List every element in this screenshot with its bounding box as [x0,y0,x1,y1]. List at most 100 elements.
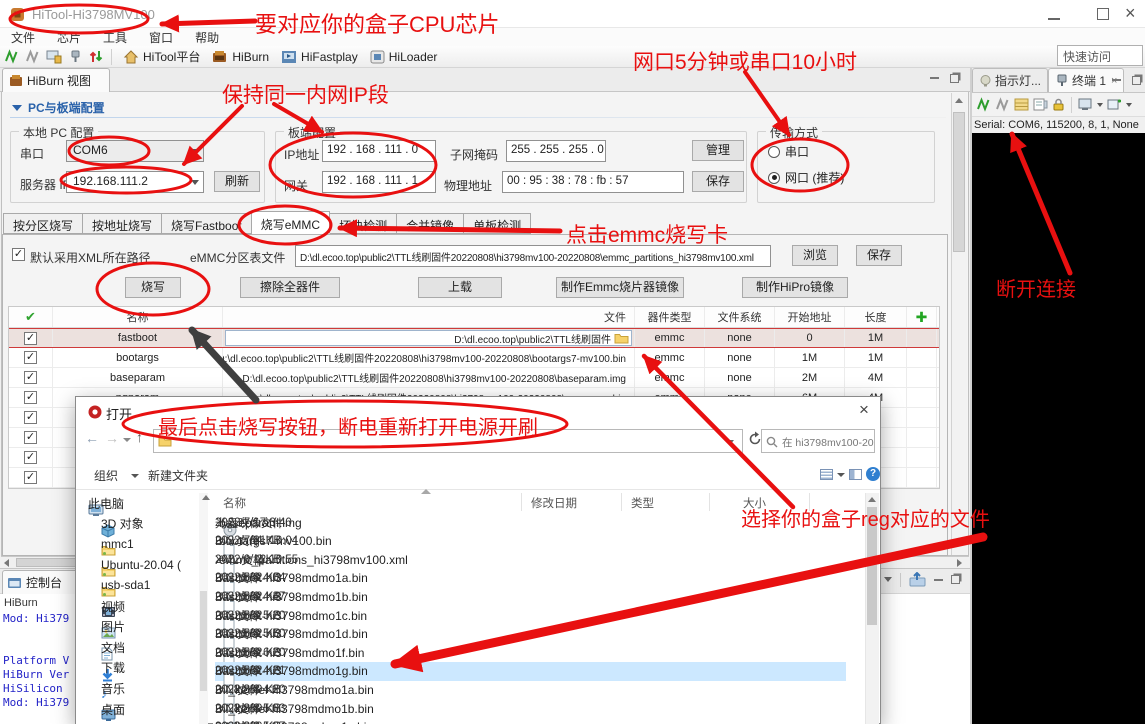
chevron-down-icon[interactable] [1097,103,1103,107]
new-folder-button[interactable]: 新建文件夹 [148,467,208,484]
tab-烧写eMMC[interactable]: 烧写eMMC [252,211,330,234]
terminal-minimize-icon[interactable] [1112,78,1121,81]
file-row[interactable]: hi_kernel-hi3798mdmo1b.bin2022/8/8 5:03B… [215,699,846,718]
disconnect-icon[interactable] [25,49,40,64]
up-icon[interactable]: ↑ [136,429,143,445]
terminal-restore-icon[interactable] [1132,76,1141,85]
column-type[interactable]: 类型 [631,495,654,511]
file-row[interactable]: fastboot-hi3798mdmo1d.bin2022/8/8 5:50BI… [215,625,846,644]
button-烧写[interactable]: 烧写 [125,277,181,298]
column-器件类型[interactable]: 器件类型 [635,307,705,327]
row-checkbox-cell[interactable]: ✓ [9,368,53,387]
minimize-button[interactable] [1048,18,1060,20]
row-checkbox-cell[interactable]: ✓ [9,428,53,447]
browse-button[interactable]: 浏览 [792,245,838,266]
view-restore-icon[interactable] [950,74,959,83]
file-row[interactable]: emmc_partitions_hi3798mv100.xml2022/8/12… [215,550,846,569]
serial-port-select[interactable]: COM6 [66,140,204,162]
view-mode-chevron-icon[interactable] [837,473,845,477]
back-icon[interactable]: ← [85,430,99,446]
file-row[interactable]: fastboot-hi3798mdmo1b.bin2022/8/8 4:47BI… [215,587,846,606]
table-row[interactable]: ✓bootargsD:\dl.ecoo.top\public2\TTL线刷固件2… [9,348,939,368]
tab-单板检测[interactable]: 单板检测 [464,213,531,234]
file-row[interactable]: hi_kernel-hi3798mdmo1a.bin2022/8/8 4:20B… [215,680,846,699]
toolbar-item-HiLoader[interactable]: HiLoader [367,50,441,64]
lock-icon[interactable] [1052,98,1065,111]
file-list-scroll-up-icon[interactable] [868,497,876,502]
file-row[interactable]: hi_kernel-hi3798mdmo1c.bin2022/8/8 5:27B… [215,718,846,724]
connect-icon[interactable] [4,49,19,64]
row-checkbox-cell[interactable]: ✓ [9,388,53,407]
scroll-left-icon[interactable] [4,559,9,567]
scroll-up-icon[interactable] [955,98,963,103]
row-checkbox[interactable]: ✓ [24,332,37,345]
radio-serial[interactable]: 串口 [768,143,809,160]
button-擦除全器件[interactable]: 擦除全器件 [240,277,340,298]
refresh-button[interactable]: 刷新 [214,171,260,192]
toolbar-item-HiFastplay[interactable]: HiFastplay [278,50,361,64]
column-size[interactable]: 大小 [743,495,766,511]
column-add-row[interactable]: ✚ [907,307,937,327]
column-文件系统[interactable]: 文件系统 [705,307,775,327]
chevron-down-icon[interactable] [1126,103,1132,107]
toolbar-item-HiTool平台[interactable]: HiTool平台 [120,48,203,65]
console-menu-icon[interactable] [884,577,892,582]
maximize-button[interactable] [1097,8,1109,20]
xml-path-checkbox[interactable]: ✓ [12,248,25,261]
row-checkbox[interactable]: ✓ [24,451,37,464]
tab-console[interactable]: 控制台 [2,570,80,594]
partition-file-input[interactable]: D:\dl.ecoo.top\public2\TTL线刷固件20220808\h… [295,245,771,267]
tab-坏块检测[interactable]: 坏块检测 [330,213,397,234]
column-开始地址[interactable]: 开始地址 [775,307,845,327]
file-row[interactable]: baseparam.img2022/7/17 3:40光盘映像文件 [215,513,846,532]
add-row-icon[interactable]: ✚ [916,309,928,326]
row-checkbox[interactable]: ✓ [24,411,37,424]
connect-icon[interactable] [976,97,991,112]
manage-button[interactable]: 管理 [692,140,744,161]
table-row[interactable]: ✓fastbootD:\dl.ecoo.top\public2\TTL线刷固件e… [9,328,939,348]
board-icon[interactable] [46,49,62,64]
plug-icon[interactable] [68,49,83,64]
column-name[interactable]: 名称 [223,495,246,511]
xml-save-button[interactable]: 保存 [856,245,902,266]
sidebar-scroll-thumb[interactable] [200,591,207,691]
console-maximize-icon[interactable] [951,575,960,584]
file-row[interactable]: fastboot-hi3798mdmo1g.bin2022/8/8 4:21BI… [215,662,846,681]
button-上载[interactable]: 上载 [418,277,502,298]
sidebar-scroll-up-icon[interactable] [202,495,210,500]
row-checkbox[interactable]: ✓ [24,431,37,444]
row-checkbox[interactable]: ✓ [24,351,37,364]
history-chevron-icon[interactable] [123,438,131,442]
open-console-icon[interactable] [909,572,926,587]
section-pc-board-config[interactable]: PC与板端配置 [12,99,105,116]
file-row[interactable]: fastboot-hi3798mdmo1f.bin2022/8/8 6:20BI… [215,643,846,662]
column-名称[interactable]: 名称 [53,307,223,327]
board-save-button[interactable]: 保存 [692,171,744,192]
preview-pane-icon[interactable] [849,469,862,480]
mac-field[interactable]: 00 : 95 : 38 : 78 : fb : 57 [502,171,684,193]
file-row[interactable]: bootargs7-mv100.bin2022/7/31 10:04BIN 文件… [215,532,846,551]
row-checkbox-cell[interactable]: ✓ [9,348,53,367]
help-icon[interactable]: ? [866,467,880,481]
row-checkbox[interactable]: ✓ [24,471,37,484]
address-bar[interactable]: « dl.ecoo.top›public2›TTL线刷固件20220808›hi… [153,429,743,453]
dialog-close-icon[interactable]: × [859,400,869,420]
organize-button[interactable]: 组织 [94,467,118,484]
tab-烧写Fastboot[interactable]: 烧写Fastboot [162,213,252,234]
folder-browse-icon[interactable] [614,332,629,344]
scroll-right-icon[interactable] [957,559,962,567]
table-row[interactable]: ✓baseparamD:\dl.ecoo.top\public2\TTL线刷固件… [9,368,939,388]
gateway-field[interactable]: 192 . 168 . 111 . 1 [322,171,436,193]
column-文件[interactable]: 文件 [223,307,635,327]
file-path-editor[interactable]: D:\dl.ecoo.top\public2\TTL线刷固件 [225,330,632,346]
menu-帮助[interactable]: 帮助 [184,28,230,46]
row-checkbox[interactable]: ✓ [24,391,37,404]
file-list-scroll-thumb[interactable] [867,507,877,625]
row-checkbox-cell[interactable]: ✓ [9,408,53,427]
new-terminal-icon[interactable] [1107,98,1122,111]
terminal-select-icon[interactable] [1078,98,1093,111]
column-check-all[interactable]: ✔ [9,307,53,327]
radio-network[interactable]: 网口 (推荐) [768,169,844,186]
button-制作Emmc烧片器镜像[interactable]: 制作Emmc烧片器镜像 [556,277,684,298]
transfer-icon[interactable] [89,49,103,64]
